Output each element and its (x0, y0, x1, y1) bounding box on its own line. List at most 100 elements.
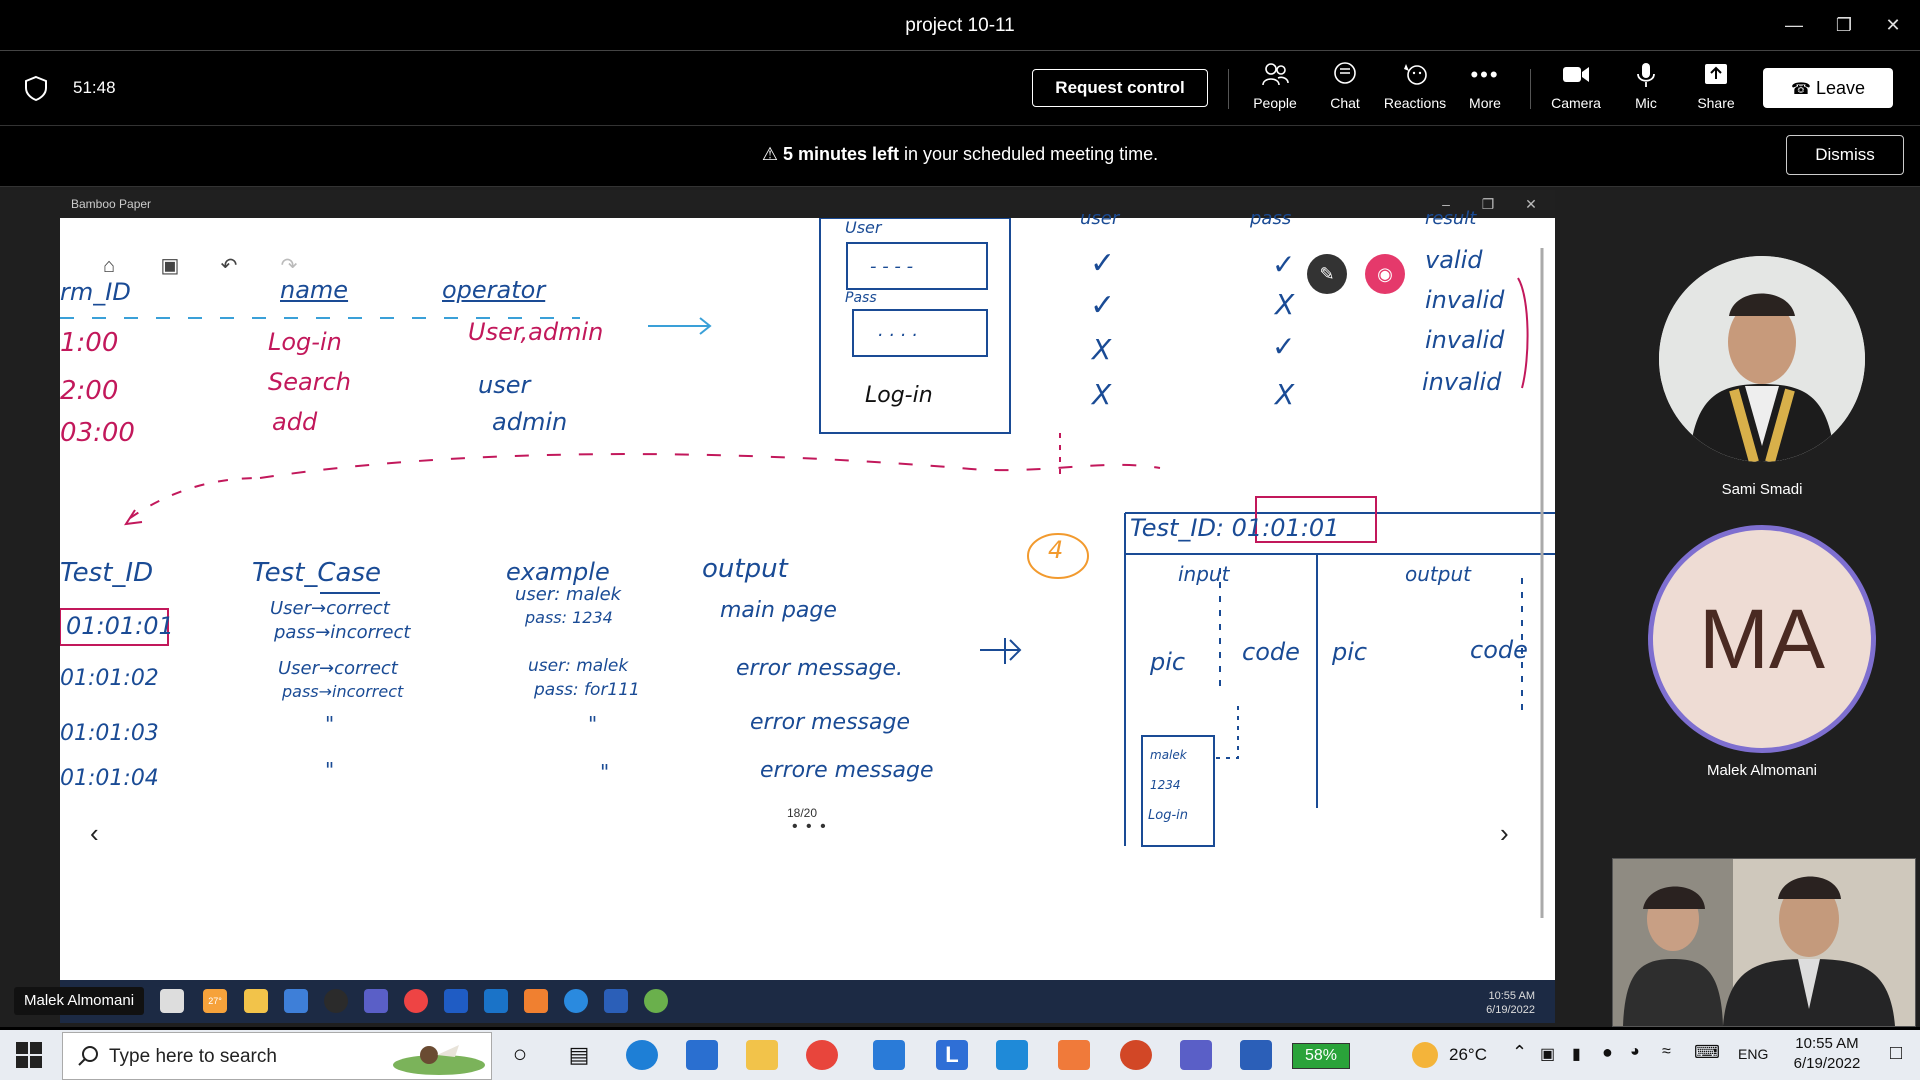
notice-bold: 5 minutes left (782, 144, 900, 164)
system-clock[interactable]: 10:55 AM 6/19/2022 (1772, 1034, 1882, 1074)
chat-button[interactable]: Chat (1310, 61, 1380, 117)
truth-cell: ✓ (1090, 246, 1116, 281)
camera-button[interactable]: Camera (1541, 61, 1611, 117)
language-indicator[interactable]: ENG (1738, 1046, 1768, 1062)
truth-header: result (1425, 208, 1477, 229)
divider (1530, 69, 1531, 109)
right-box-code: code (1470, 636, 1528, 664)
notifications-icon[interactable]: □ (1890, 1042, 1902, 1065)
avatar[interactable] (1659, 256, 1865, 462)
clock-date: 6/19/2022 (1793, 1055, 1861, 1072)
chevron-up-icon[interactable]: ⌃ (1512, 1042, 1527, 1063)
test-id: 01:01:03 (60, 721, 159, 746)
network-tray-icon[interactable]: ◕ (1630, 1043, 1640, 1061)
meeting-timer: 51:48 (73, 78, 116, 97)
shared-screen: Bamboo Paper – ❐ ✕ ⌂ ▣ ↶ ↷ ✎ ◉ rm_ID nam… (60, 190, 1555, 980)
right-box-input: input (1178, 562, 1230, 586)
task-view-icon[interactable]: ▤ (563, 1040, 595, 1070)
weather-icon[interactable] (1412, 1042, 1438, 1068)
truth-cell: invalid (1422, 368, 1502, 396)
weather-icon: 27° (203, 989, 227, 1013)
share-button[interactable]: Share (1681, 61, 1751, 117)
restore-icon[interactable]: ❐ (1824, 8, 1864, 42)
leave-button[interactable]: ☎ Leave (1763, 68, 1893, 108)
whiteboard-canvas[interactable]: ⌂ ▣ ↶ ↷ ✎ ◉ rm_ID name operator 1:00 Log… (60, 208, 1555, 980)
test-case-line: pass→incorrect (274, 622, 411, 643)
chevron-left-icon[interactable]: ‹ (90, 818, 99, 849)
chrome-icon[interactable] (806, 1040, 838, 1070)
avatar[interactable]: MA (1648, 525, 1876, 753)
mic-button[interactable]: Mic (1611, 61, 1681, 117)
windows-start-icon[interactable] (16, 1042, 42, 1068)
example-line: user: malek (515, 584, 622, 605)
reactions-icon (1380, 61, 1450, 89)
taskview-icon (160, 989, 184, 1013)
store-icon[interactable] (873, 1040, 905, 1070)
vscode-icon[interactable] (996, 1040, 1028, 1070)
word-icon[interactable] (1240, 1040, 1272, 1070)
dismiss-button[interactable]: Dismiss (1786, 135, 1904, 175)
operator-header: operator (442, 276, 546, 304)
row-operator: User,admin (468, 318, 604, 346)
output-cell: errore message (760, 758, 934, 783)
remote-clock: 10:55 AM 6/19/2022 (1486, 989, 1535, 1017)
wifi-icon[interactable]: ≈ (1662, 1043, 1671, 1061)
row-id: 2:00 (60, 376, 119, 406)
chat-icon (1310, 61, 1380, 89)
test-id-header: Test_ID (60, 558, 154, 588)
test-case-line: " (325, 712, 335, 736)
mic-tray-icon[interactable]: ● (1602, 1042, 1613, 1063)
chrome-icon (644, 989, 668, 1013)
search-placeholder: Type here to search (109, 1046, 277, 1067)
minimize-icon[interactable]: — (1774, 8, 1814, 42)
chevron-right-icon[interactable]: › (1500, 818, 1509, 849)
mail-icon[interactable] (686, 1040, 718, 1070)
keyboard-icon[interactable]: ⌨ (1694, 1042, 1720, 1063)
battery-indicator[interactable]: 58% (1292, 1043, 1350, 1069)
meeting-toolbar: 51:48 Request control People Chat Reacti… (0, 51, 1920, 126)
more-button[interactable]: ••• More (1450, 61, 1520, 117)
teams-icon[interactable] (1180, 1040, 1212, 1070)
output-cell: main page (720, 598, 837, 623)
close-icon[interactable]: ✕ (1873, 8, 1913, 42)
participant-name: Malek Almomani (1706, 762, 1818, 779)
shield-icon (25, 75, 47, 101)
camera-label: Camera (1551, 95, 1601, 111)
people-button[interactable]: People (1240, 61, 1310, 117)
sketch-user-label: User (845, 218, 882, 237)
truth-cell: X (1092, 378, 1112, 411)
truth-header: user (1080, 208, 1120, 229)
camera-tray-icon[interactable]: ▣ (1540, 1044, 1555, 1064)
taskbar-search[interactable]: Type here to search (62, 1032, 492, 1080)
test-id: 01:01:01 (66, 612, 174, 640)
test-id: 01:01:02 (60, 666, 159, 691)
example-line: " (600, 760, 610, 784)
cortana-icon[interactable]: ○ (504, 1040, 536, 1070)
xampp-icon[interactable] (1058, 1040, 1090, 1070)
edge-icon (564, 989, 588, 1013)
avatar-initials: MA (1653, 530, 1871, 748)
battery-tray-icon[interactable]: ▮ (1572, 1044, 1581, 1064)
tray-temperature[interactable]: 26°C (1449, 1045, 1487, 1065)
powerpoint-icon[interactable] (1120, 1040, 1152, 1070)
page-menu-icon[interactable]: • • • (792, 818, 828, 836)
request-control-button[interactable]: Request control (1032, 69, 1208, 107)
reactions-button[interactable]: Reactions (1380, 61, 1450, 117)
right-box-pic: pic (1332, 638, 1368, 666)
truth-cell: invalid (1425, 286, 1505, 314)
mic-label: Mic (1635, 95, 1657, 111)
edge-icon[interactable] (626, 1040, 658, 1070)
app-icon (524, 989, 548, 1013)
self-video-tile[interactable] (1612, 858, 1916, 1027)
chrome-icon (404, 989, 428, 1013)
sketch-user-field: - - - - (870, 256, 914, 277)
test-id: 01:01:04 (60, 766, 159, 791)
id-header: rm_ID (60, 278, 131, 306)
sketch-login-button: Log-in (865, 383, 933, 408)
people-label: People (1253, 95, 1297, 111)
hangup-icon: ☎ (1791, 80, 1811, 98)
divider (1228, 69, 1229, 109)
file-explorer-icon[interactable] (746, 1040, 778, 1070)
example-line: pass: for111 (534, 680, 640, 700)
app-l-icon[interactable]: L (936, 1040, 968, 1070)
